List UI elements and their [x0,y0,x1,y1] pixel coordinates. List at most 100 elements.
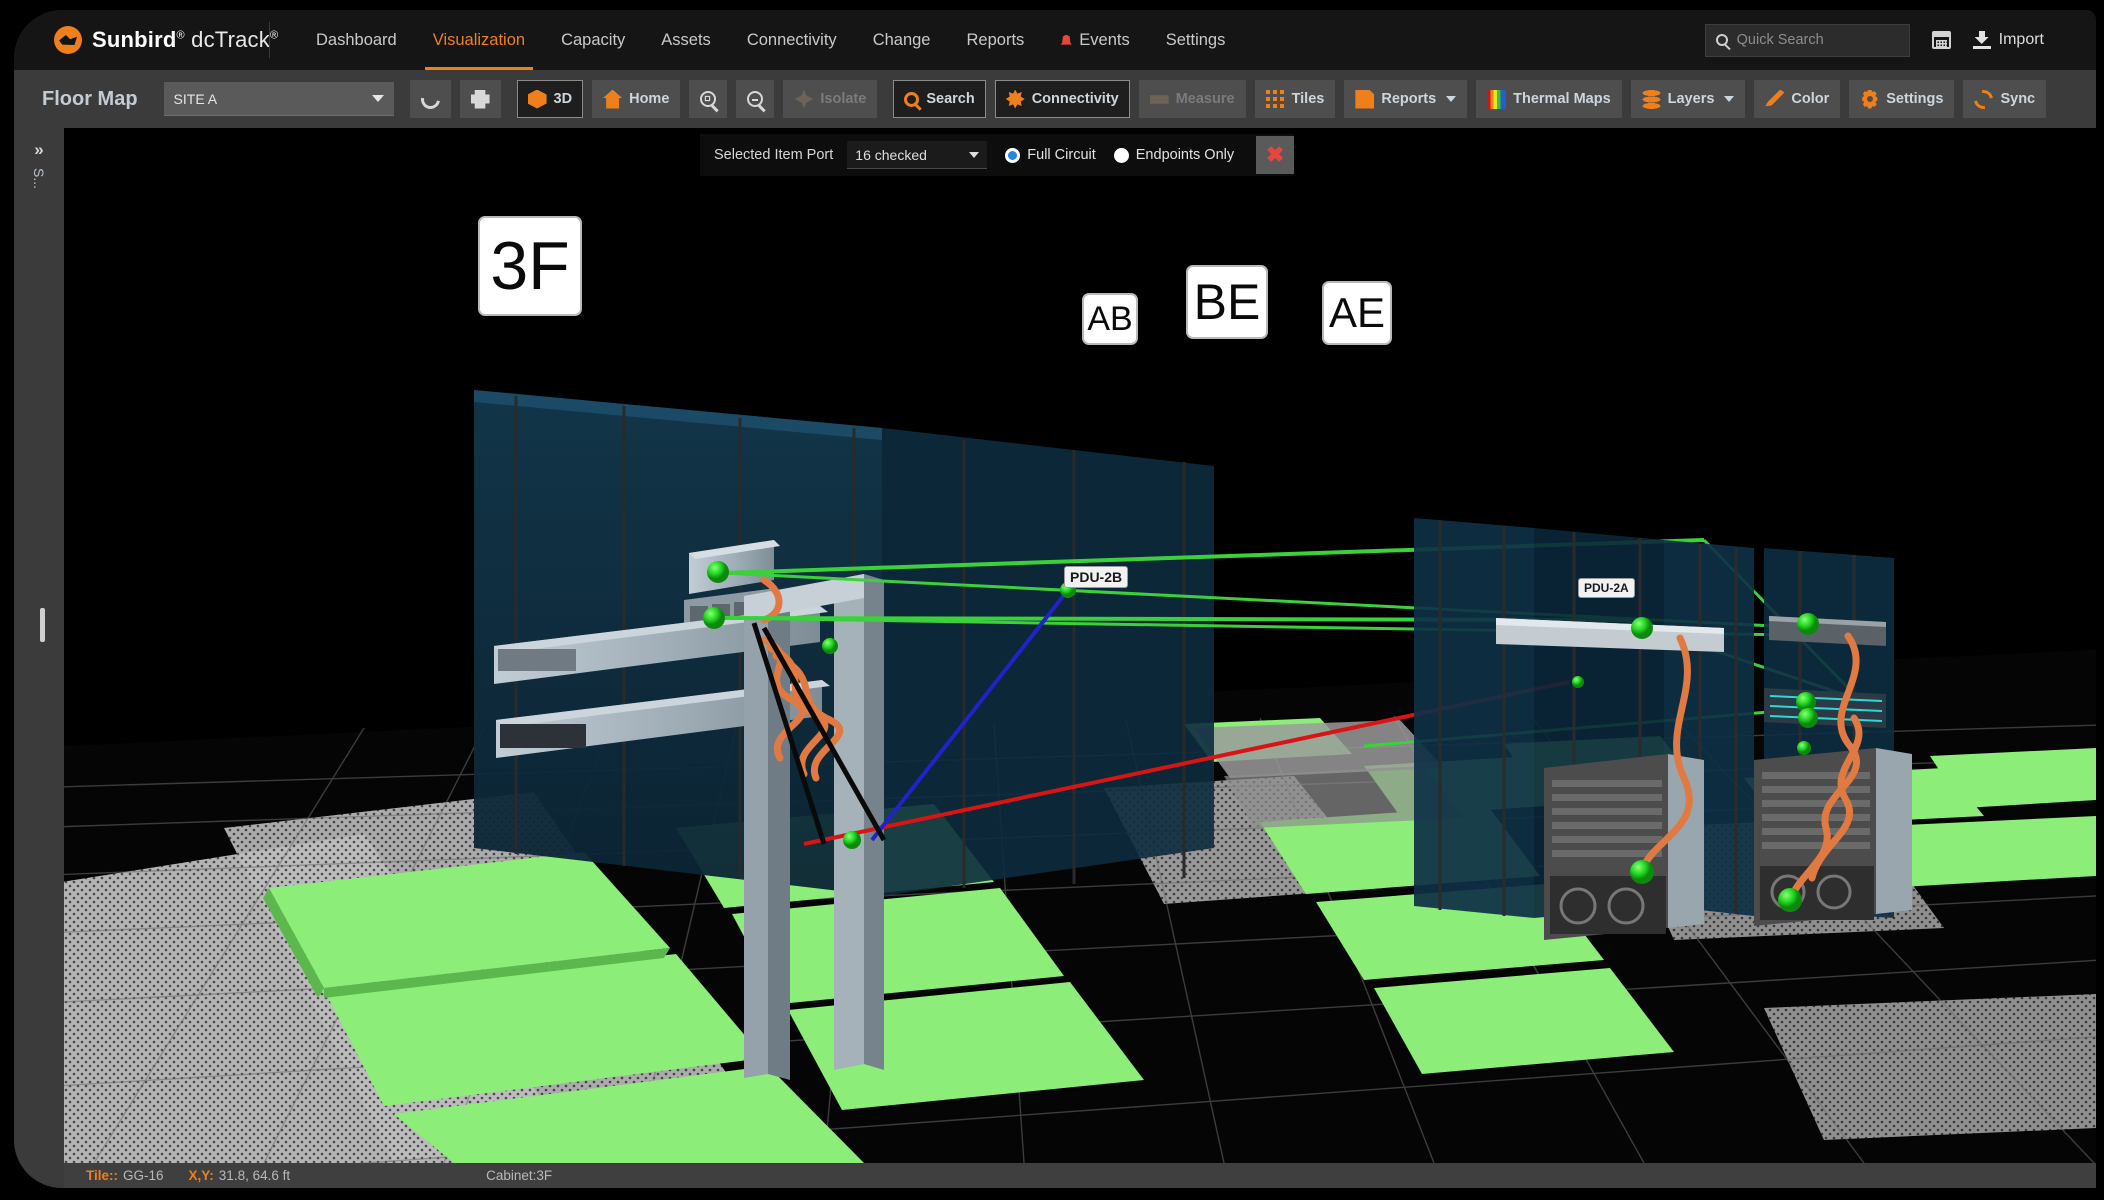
connectivity-button[interactable]: Connectivity [994,80,1130,118]
nav-events[interactable]: Events [1042,10,1147,70]
status-tile-key: Tile:: [86,1168,119,1183]
settings-label: Settings [1886,91,1944,107]
nav-change-label: Change [872,30,931,49]
cabinet-label-be-text: BE [1193,274,1261,330]
radio-endpoints-only[interactable]: Endpoints Only [1113,147,1235,163]
thermal-icon [1487,89,1507,109]
measure-label: Measure [1175,91,1235,107]
nav-reports[interactable]: Reports [949,10,1043,70]
sync-button[interactable]: Sync [1963,80,2047,118]
brand-logo[interactable]: Sunbird® dcTrack® [14,26,278,54]
rail-vertical-label[interactable]: S... [31,168,47,189]
status-cabinet: Cabinet:3F [486,1168,553,1183]
refresh-button[interactable] [409,80,451,118]
nav-connectivity[interactable]: Connectivity [729,10,855,70]
layers-button[interactable]: Layers [1630,80,1746,118]
cabinet-label-ab-text: AB [1087,300,1133,338]
status-bar: Tile:: GG-16 X,Y: 31.8, 64.6 ft Cabinet:… [64,1163,2096,1188]
bell-icon [1060,34,1072,45]
status-xy: X,Y: 31.8, 64.6 ft [189,1168,291,1183]
nav-change[interactable]: Change [855,10,949,70]
nav-visualization-label: Visualization [432,30,526,49]
cabinet-label-ae[interactable]: AE [1322,281,1392,345]
cube-icon [527,89,547,109]
search-icon [904,91,920,107]
nav-assets-label: Assets [661,30,711,49]
tiles-button[interactable]: Tiles [1254,80,1336,118]
brand-secondary: dcTrack [191,27,270,52]
port-select[interactable]: 16 checked [847,141,988,169]
settings-button[interactable]: Settings [1849,80,1955,118]
sync-icon [1970,85,1998,113]
nav-settings[interactable]: Settings [1148,10,1244,70]
device-label-pdu-2b-text: PDU-2B [1070,569,1123,585]
zoom-out-button[interactable] [736,80,775,118]
radio-full-circuit-label: Full Circuit [1027,147,1096,163]
nav-connectivity-label: Connectivity [746,30,837,49]
import-button[interactable]: Import [1972,31,2044,49]
close-glyph: ✖ [1265,142,1285,167]
search-button[interactable]: Search [893,80,986,118]
3d-label: 3D [553,91,573,107]
search-icon [1715,34,1728,46]
radio-full-circuit-dot[interactable] [1005,147,1021,163]
device-label-pdu-2a[interactable]: PDU-2A [1578,578,1635,598]
expand-panel-icon[interactable]: » [14,140,64,160]
site-select[interactable]: SITE A [163,82,394,116]
layers-label: Layers [1667,91,1715,107]
floor-map-3d-viewport[interactable]: 3F AB BE AE PDU-2B PDU-2A [64,128,2096,1163]
nav-dashboard-label: Dashboard [316,30,397,49]
color-button[interactable]: Color [1754,80,1841,118]
tiles-icon [1265,89,1285,109]
nav-visualization[interactable]: Visualization [415,10,543,70]
home-button[interactable]: Home [592,80,681,118]
nav-settings-label: Settings [1165,30,1226,49]
search-label: Search [926,91,975,107]
status-tile-value: GG-16 [123,1168,164,1183]
top-right-actions: Import [1704,23,2096,57]
floor-map-toolbar: Floor Map SITE A 3D Home Isolate Search … [14,70,2096,128]
quick-search-input[interactable] [1736,32,1899,48]
color-icon [1765,89,1785,107]
nav-dashboard[interactable]: Dashboard [298,10,415,70]
left-rail: » S... [14,128,64,1188]
refresh-icon [416,85,444,113]
nav-reports-label: Reports [966,30,1025,49]
device-label-pdu-2b[interactable]: PDU-2B [1064,566,1129,588]
zoom-in-button[interactable] [689,80,728,118]
chevron-down-icon [1724,96,1735,102]
radio-endpoints-only-label: Endpoints Only [1135,147,1235,163]
thermal-maps-label: Thermal Maps [1513,91,1611,107]
isolate-label: Isolate [820,91,867,107]
chevron-down-icon [1446,96,1457,102]
quick-search-box[interactable] [1704,23,1910,57]
home-label: Home [629,91,670,107]
cabinet-label-ab[interactable]: AB [1082,293,1138,345]
rail-drag-handle[interactable] [40,608,45,642]
reports-button[interactable]: Reports [1344,80,1468,118]
radio-endpoints-only-dot[interactable] [1113,147,1129,163]
browser-window: Sunbird® dcTrack® Dashboard Visualizatio… [14,10,2096,1188]
zoom-out-icon [747,91,764,107]
measure-button: Measure [1138,80,1246,118]
nav-divider [269,22,270,58]
close-icon[interactable]: ✖ [1256,136,1295,174]
measure-icon [1149,95,1169,104]
print-button[interactable] [459,80,501,118]
3d-scene [64,128,2096,1163]
cabinet-label-3f[interactable]: 3F [478,216,582,316]
report-icon [1355,89,1375,109]
color-label: Color [1791,91,1830,107]
cabinet-label-be[interactable]: BE [1186,265,1268,339]
3d-toggle-button[interactable]: 3D [516,80,584,118]
home-icon [603,89,623,109]
device-label-pdu-2a-text: PDU-2A [1584,581,1629,595]
thermal-maps-button[interactable]: Thermal Maps [1476,80,1622,118]
radio-full-circuit[interactable]: Full Circuit [1005,147,1096,163]
zoom-in-icon [700,91,717,107]
gear-icon [1862,89,1878,109]
page-title: Floor Map [42,87,138,110]
nav-assets[interactable]: Assets [643,10,729,70]
calendar-icon[interactable] [1931,31,1951,49]
nav-capacity[interactable]: Capacity [543,10,643,70]
